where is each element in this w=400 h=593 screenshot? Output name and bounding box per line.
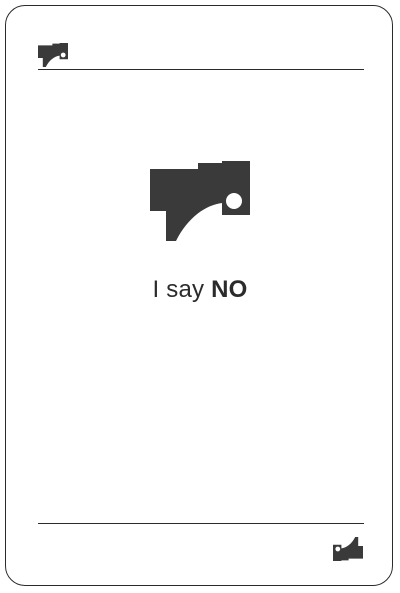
hammer-icon — [333, 537, 363, 561]
card-caption: I say NO — [6, 276, 394, 304]
hammer-icon — [38, 43, 68, 67]
bottom-divider — [38, 523, 364, 524]
top-divider — [38, 69, 364, 70]
game-card[interactable]: I say NO — [5, 5, 393, 586]
caption-prefix: I say — [152, 276, 212, 303]
caption-emphasis: NO — [211, 276, 248, 303]
hammer-icon — [150, 161, 250, 241]
